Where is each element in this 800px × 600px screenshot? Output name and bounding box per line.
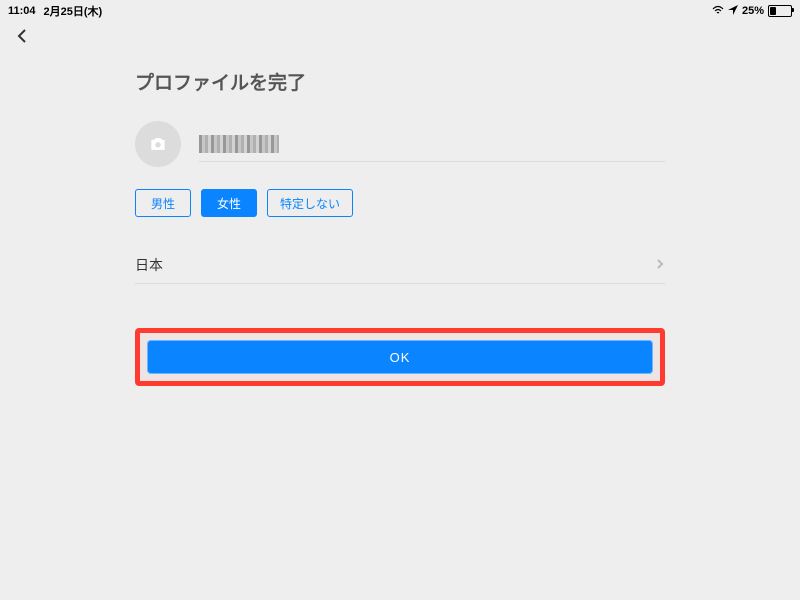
gender-option-female[interactable]: 女性 bbox=[201, 189, 257, 217]
gender-label: 女性 bbox=[217, 195, 241, 212]
name-value-redacted bbox=[199, 135, 279, 153]
name-input[interactable] bbox=[199, 127, 665, 162]
gender-option-unspecified[interactable]: 特定しない bbox=[267, 189, 353, 217]
camera-icon bbox=[148, 134, 168, 154]
gender-option-male[interactable]: 男性 bbox=[135, 189, 191, 217]
back-button[interactable] bbox=[14, 28, 38, 52]
wifi-icon bbox=[712, 5, 724, 18]
ok-button[interactable]: OK bbox=[147, 340, 653, 374]
chevron-left-icon bbox=[14, 28, 30, 44]
battery-pct: 25% bbox=[742, 5, 764, 17]
location-icon bbox=[728, 5, 738, 18]
country-value: 日本 bbox=[135, 255, 163, 275]
status-date: 2月25日(木) bbox=[44, 3, 103, 19]
avatar-upload[interactable] bbox=[135, 121, 181, 167]
gender-selector: 男性 女性 特定しない bbox=[135, 189, 665, 217]
ok-label: OK bbox=[390, 350, 411, 365]
gender-label: 男性 bbox=[151, 195, 175, 212]
chevron-right-icon bbox=[655, 256, 665, 274]
battery-icon bbox=[768, 5, 792, 17]
status-bar: 11:04 2月25日(木) 25% bbox=[0, 0, 800, 20]
country-select[interactable]: 日本 bbox=[135, 247, 665, 284]
gender-label: 特定しない bbox=[280, 195, 340, 212]
page-title: プロファイルを完了 bbox=[135, 68, 665, 95]
status-time: 11:04 bbox=[8, 5, 36, 17]
ok-highlight-box: OK bbox=[135, 328, 665, 386]
